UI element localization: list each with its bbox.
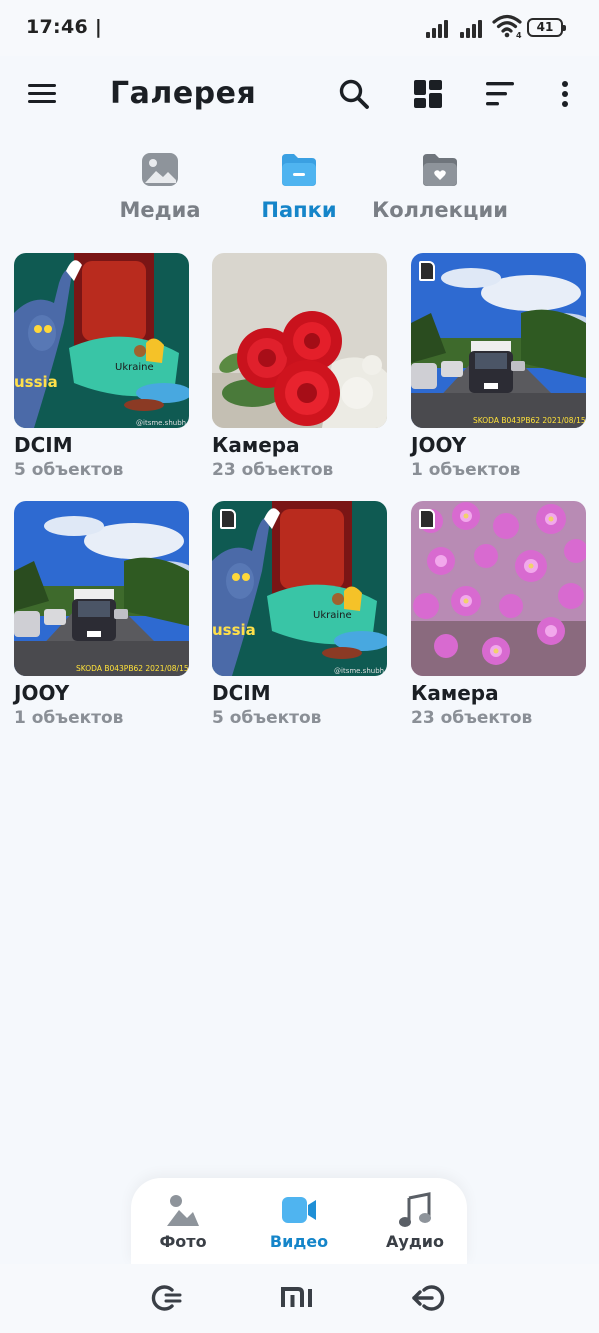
album-name: DCIM [14,433,73,457]
svg-text:ussia: ussia [212,621,256,639]
svg-text:@itsme.shubh: @itsme.shubh [136,419,186,427]
system-navigation-bar [0,1264,599,1333]
layout-toggle-button[interactable] [410,76,446,112]
search-icon [339,79,369,109]
media-tab-photo-label: Фото [159,1232,207,1251]
media-type-bar: Фото Видео Аудио [131,1178,467,1264]
recent-apps-icon[interactable] [148,1280,184,1316]
media-tab-video-label: Видео [269,1232,329,1251]
signal-strength-icon [426,18,454,38]
tab-folders[interactable]: Папки [224,146,374,230]
wifi-icon: 4 [492,14,522,38]
album-count: 5 объектов [212,708,322,728]
tab-media-label: Медиа [119,198,201,222]
home-mi-icon[interactable] [280,1280,316,1316]
grid-layout-icon [414,80,442,108]
svg-text:@itsme.shubh: @itsme.shubh [334,667,384,675]
image-icon [142,153,178,186]
sort-button[interactable] [482,76,518,112]
search-button[interactable] [336,76,372,112]
status-bar: 17:46 | 4 41 [0,0,599,56]
menu-button[interactable] [28,82,58,106]
tab-media[interactable]: Медиа [85,146,235,230]
album-thumbnail: SKODA B043PB62 2021/08/15 [14,501,189,676]
collection-folder-icon [423,154,457,186]
svg-text:4: 4 [516,31,522,38]
sd-card-icon [220,509,236,529]
media-tab-audio[interactable]: Аудио [365,1192,465,1262]
view-tabs: Медиа Папки Коллекции [0,146,599,230]
svg-text:Ukraine: Ukraine [313,610,352,621]
album-thumbnail [411,501,586,676]
media-tab-photo[interactable]: Фото [133,1192,233,1262]
svg-text:SKODA B043PB62 2021/08/15: SKODA B043PB62 2021/08/15 [76,664,189,673]
album-count: 23 объектов [411,708,533,728]
more-options-button[interactable] [547,76,583,112]
album-thumbnail: Ukraine ussia @itsme.shubh [14,253,189,428]
media-tab-audio-label: Аудио [386,1232,444,1251]
tab-collections[interactable]: Коллекции [365,146,515,230]
album-count: 5 объектов [14,460,124,480]
album-name: DCIM [212,681,271,705]
signal-strength-icon-2 [460,18,488,38]
album-thumbnail [212,253,387,428]
sd-card-icon [419,509,435,529]
app-bar: Галерея [0,56,599,140]
sd-card-icon [419,261,435,281]
tab-folders-label: Папки [261,198,337,222]
sort-icon [486,82,514,106]
tab-collections-label: Коллекции [372,198,508,222]
album-thumbnail: SKODA B043PB62 2021/08/15 [411,253,586,428]
album-name: Камера [212,433,300,457]
svg-text:ussia: ussia [14,373,58,391]
page-title: Галерея [110,76,257,111]
battery-icon: 41 [527,18,566,37]
svg-text:Ukraine: Ukraine [115,362,154,373]
album-count: 23 объектов [212,460,334,480]
album-name: JOOY [411,433,467,457]
more-vertical-icon [562,81,568,107]
video-icon [282,1197,316,1223]
photo-icon [167,1195,199,1226]
folder-icon [282,154,316,186]
album-thumbnail: Ukraine ussia @itsme.shubh [212,501,387,676]
album-count: 1 объектов [411,460,521,480]
album-name: JOOY [14,681,70,705]
album-name: Камера [411,681,499,705]
back-icon[interactable] [410,1280,446,1316]
media-tab-video[interactable]: Видео [249,1192,349,1262]
svg-text:SKODA B043PB62 2021/08/15: SKODA B043PB62 2021/08/15 [473,416,586,425]
status-time: 17:46 | [26,16,103,38]
album-count: 1 объектов [14,708,124,728]
music-icon [399,1192,431,1227]
